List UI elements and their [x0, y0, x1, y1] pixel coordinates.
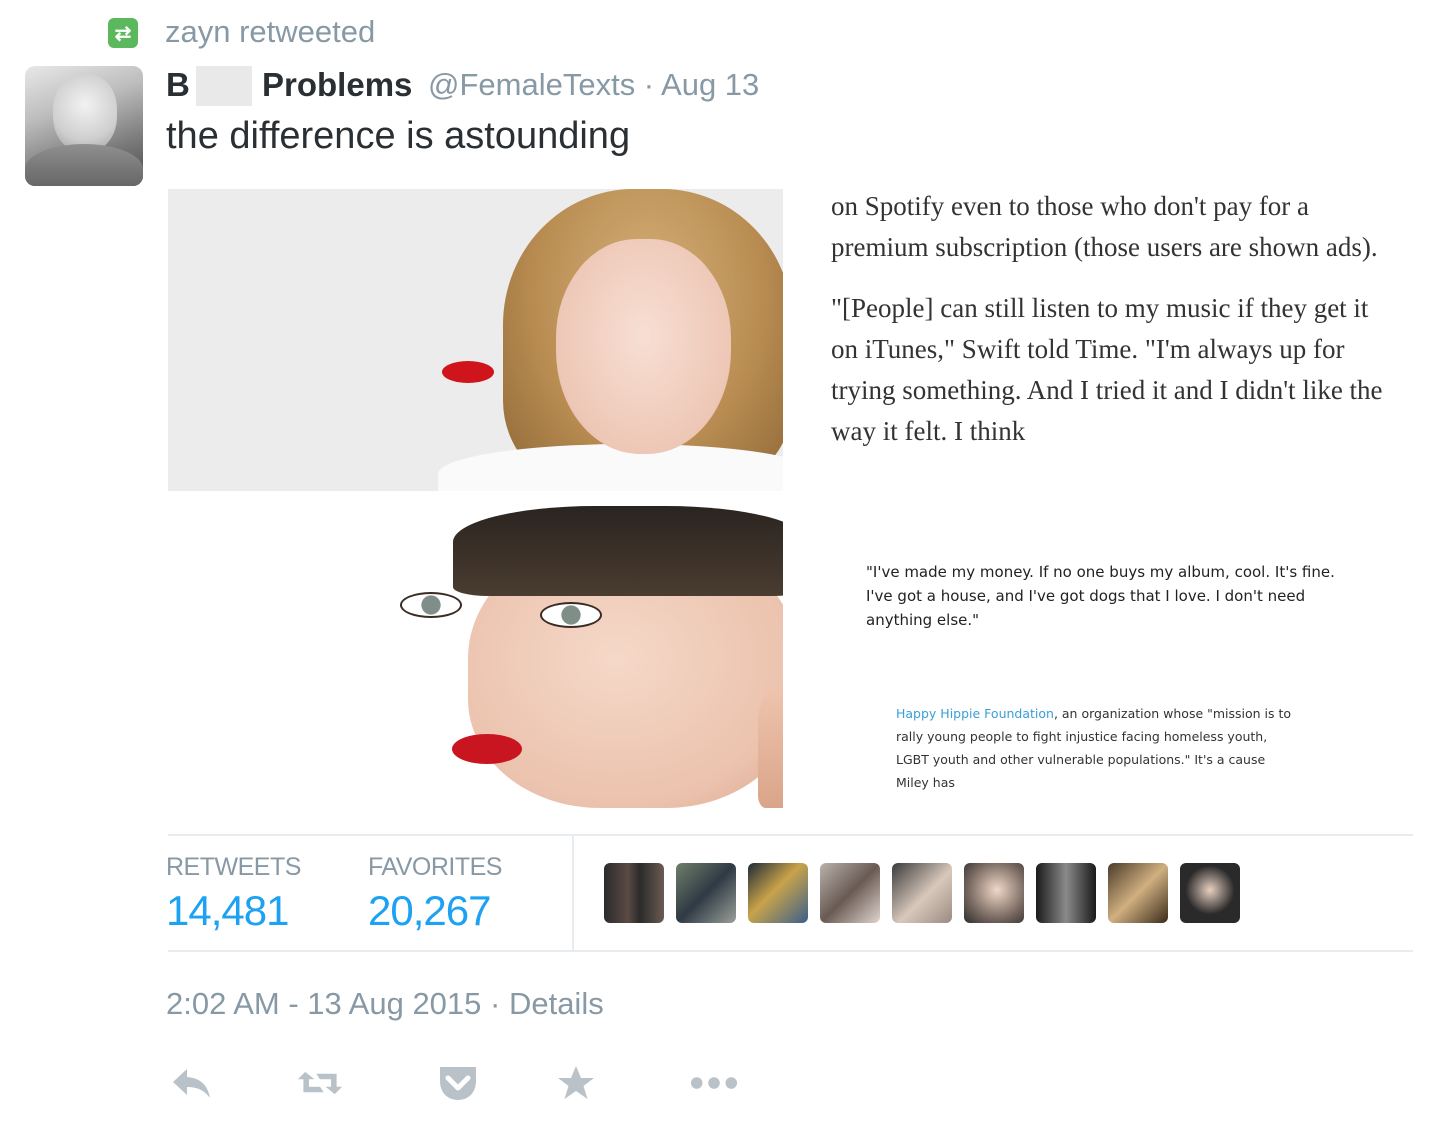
retweets-label[interactable]: RETWEETS: [166, 853, 301, 882]
tweet-text: the difference is astounding: [166, 115, 631, 157]
favoriter-avatar[interactable]: [820, 863, 880, 923]
more-options-icon[interactable]: [690, 1060, 738, 1106]
favoriter-avatar[interactable]: [1108, 863, 1168, 923]
foundation-link[interactable]: Happy Hippie Foundation: [896, 706, 1054, 721]
author-avatar[interactable]: [25, 66, 143, 186]
pocket-icon[interactable]: [434, 1060, 482, 1106]
favorite-star-icon[interactable]: [552, 1060, 600, 1106]
article-excerpt: on Spotify even to those who don't pay f…: [831, 186, 1391, 472]
reply-icon[interactable]: [168, 1060, 216, 1106]
tweet-timestamp-details[interactable]: 2:02 AM - 13 Aug 2015 · Details: [166, 986, 604, 1022]
retweet-action-icon[interactable]: [296, 1060, 344, 1106]
article-quote: "I've made my money. If no one buys my a…: [866, 563, 1335, 629]
favorites-label[interactable]: FAVORITES: [368, 853, 502, 882]
favoriter-avatar[interactable]: [604, 863, 664, 923]
favoriter-avatar[interactable]: [892, 863, 952, 923]
author-name[interactable]: Problems: [262, 66, 412, 104]
retweets-count[interactable]: 14,481: [166, 887, 289, 935]
author-name-initial[interactable]: B: [166, 66, 190, 104]
article-foundation: Happy Hippie Foundation, an organization…: [896, 702, 1296, 794]
author-handle-time[interactable]: @FemaleTexts · Aug 13: [428, 67, 759, 103]
article-paragraph-2: "[People] can still listen to my music i…: [831, 293, 1383, 446]
favorites-count[interactable]: 20,267: [368, 887, 491, 935]
media-photo-top[interactable]: [168, 189, 783, 491]
stats-separator: [572, 836, 574, 950]
redacted-name-block: [196, 66, 252, 106]
favoriter-avatar[interactable]: [748, 863, 808, 923]
divider-top: [168, 834, 1413, 836]
favoriter-avatar[interactable]: [1036, 863, 1096, 923]
media-photo-bottom[interactable]: [168, 506, 783, 808]
favoriter-avatar[interactable]: [1180, 863, 1240, 923]
article-paragraph-1: on Spotify even to those who don't pay f…: [831, 191, 1378, 262]
favoriter-avatar[interactable]: [676, 863, 736, 923]
divider-bottom: [168, 950, 1413, 952]
retweet-icon: ⇄: [108, 18, 138, 48]
retweeted-by-label[interactable]: zayn retweeted: [165, 14, 375, 50]
favoriters-avatars: [604, 863, 1240, 923]
favoriter-avatar[interactable]: [964, 863, 1024, 923]
